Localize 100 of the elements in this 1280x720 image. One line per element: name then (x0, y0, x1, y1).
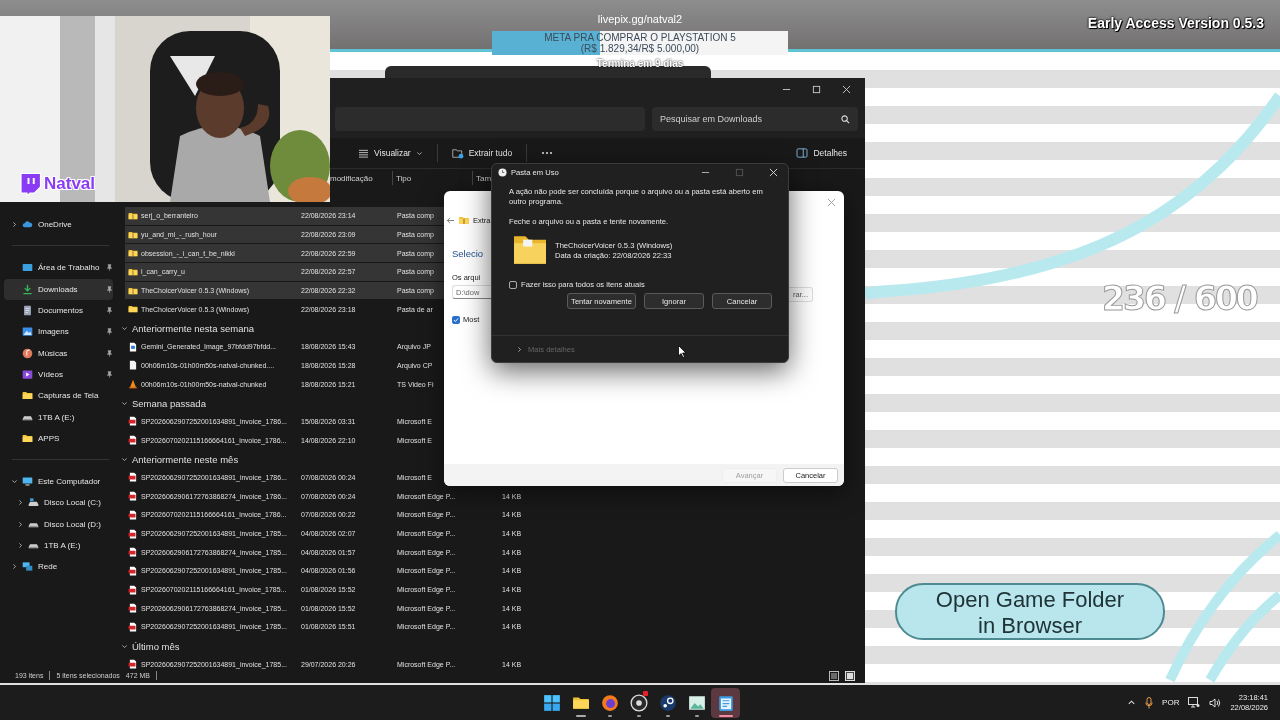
sidebar-item[interactable]: Rede (4, 556, 113, 578)
details-button[interactable]: Detalhes (790, 144, 853, 162)
pdf-file-icon (128, 547, 138, 558)
music-icon (22, 347, 33, 359)
microphone-icon (1145, 696, 1154, 709)
monitor-icon (22, 476, 33, 488)
steam-wheel-icon (658, 693, 677, 712)
cursor-icon (678, 345, 687, 358)
download-icon (22, 283, 33, 295)
back-arrow-icon (446, 216, 455, 225)
sidebar-item[interactable]: Vídeos (4, 363, 113, 386)
sidebar-item[interactable]: Este Computador (4, 470, 113, 493)
pdf-file-icon (128, 621, 138, 632)
group-header[interactable]: Anteriormente neste mês (117, 449, 245, 469)
taskbar-button[interactable] (711, 687, 740, 718)
folder-icon (128, 304, 138, 315)
pdf-file-icon (128, 435, 138, 446)
list-icon (358, 148, 369, 158)
close-icon (827, 198, 836, 207)
checkbox[interactable] (509, 280, 517, 289)
sidebar-item[interactable]: OneDrive (4, 214, 113, 236)
chevron-down-icon (121, 642, 128, 650)
search-icon (841, 114, 850, 124)
zip-folder-icon (128, 229, 138, 240)
large-folder-icon (511, 234, 549, 266)
folder-icon (22, 432, 33, 444)
video-icon (22, 368, 33, 380)
sidebar-item[interactable]: Músicas (4, 342, 113, 364)
chevron-down-icon (415, 149, 423, 157)
pdf-file-icon (128, 659, 138, 670)
wizard-heading: Selecio (452, 248, 485, 259)
group-header[interactable]: Anteriormente nesta semana (117, 319, 260, 338)
chevron-down-icon (121, 455, 128, 463)
speaker-icon (1209, 697, 1222, 708)
sidebar-item[interactable]: Disco Local (D:) (4, 513, 113, 535)
image-app-icon (687, 693, 706, 712)
column-header[interactable]: Tam (473, 171, 492, 185)
sidebar-item[interactable]: Documentos (4, 299, 113, 322)
desktop-icon (22, 262, 33, 274)
view-menu-button[interactable]: Visualizar (352, 144, 429, 162)
folder-icon (22, 390, 33, 402)
pdf-file-icon (128, 491, 138, 502)
chevron-right-icon (516, 345, 523, 353)
version-label: Early Access Version 0.5.3 (1087, 15, 1264, 31)
open-folder-button[interactable]: Open Game Folder in Browser (895, 583, 1165, 640)
details-pane-icon (796, 148, 809, 158)
traffic-cone-icon (128, 379, 138, 390)
close-icon (768, 168, 778, 177)
details-view-icon (829, 670, 839, 681)
notepad-icon (716, 693, 735, 712)
sidebar-item[interactable]: 1TB A (E:) (4, 534, 113, 557)
group-header[interactable]: Último mês (117, 636, 186, 656)
column-header[interactable]: Tipo (393, 171, 472, 185)
checkbox[interactable] (452, 315, 460, 324)
network-icon (1188, 697, 1201, 708)
chevron-up-icon (1127, 698, 1137, 707)
extract-all-button[interactable]: Extrair tudo (445, 143, 519, 163)
channel-name: Natval (44, 174, 96, 194)
zip-folder-icon (458, 215, 470, 226)
document-icon (22, 305, 33, 317)
progress-counter: 236 / 600 (1102, 279, 1257, 318)
pdf-file-icon (128, 603, 138, 614)
close-icon (841, 84, 851, 94)
pdf-file-icon (128, 509, 138, 520)
zip-folder-icon (128, 248, 138, 259)
clock-icon (498, 168, 507, 177)
pdf-file-icon (128, 416, 138, 427)
maximize-icon (734, 168, 744, 177)
pdf-file-icon (128, 584, 138, 595)
sidebar-item[interactable]: Downloads (4, 278, 113, 300)
sidebar-item[interactable]: 1TB A (E:) (4, 406, 113, 428)
sidebar-item[interactable]: Disco Local (C:) (4, 492, 113, 514)
checkmark-icon (453, 316, 459, 323)
language-indicator[interactable]: POR (1162, 698, 1180, 707)
image-icon (22, 326, 33, 338)
maximize-icon (811, 84, 821, 94)
goal-amount: (R$ 1.829,34/R$ 5.000,00) (579, 43, 701, 54)
sidebar-item[interactable]: Capturas de Tela (4, 385, 113, 407)
sidebar-item[interactable]: Área de Trabalho (4, 257, 113, 279)
tiles-view-icon (845, 670, 855, 681)
file-icon (128, 360, 138, 371)
system-drive-icon (28, 497, 39, 509)
group-header[interactable]: Semana passada (117, 393, 212, 413)
pdf-file-icon (128, 528, 138, 539)
network-icon (22, 561, 33, 573)
zip-folder-icon (128, 285, 138, 296)
zip-folder-icon (128, 210, 138, 221)
pdf-file-icon (128, 472, 138, 483)
sidebar-item[interactable]: APPS (4, 427, 113, 449)
zip-folder-icon (128, 266, 138, 277)
column-header[interactable]: modificação (330, 171, 392, 185)
chevron-down-icon (121, 324, 128, 332)
more-icon (541, 151, 554, 155)
image-file-icon (128, 341, 138, 352)
extract-folder-icon (451, 147, 464, 159)
search-field[interactable]: Pesquisar em Downloads (652, 107, 858, 131)
chevron-down-icon (121, 399, 128, 407)
browser-icon (600, 693, 619, 712)
aperture-icon (629, 693, 648, 712)
sidebar-item[interactable]: Imagens (4, 321, 113, 343)
